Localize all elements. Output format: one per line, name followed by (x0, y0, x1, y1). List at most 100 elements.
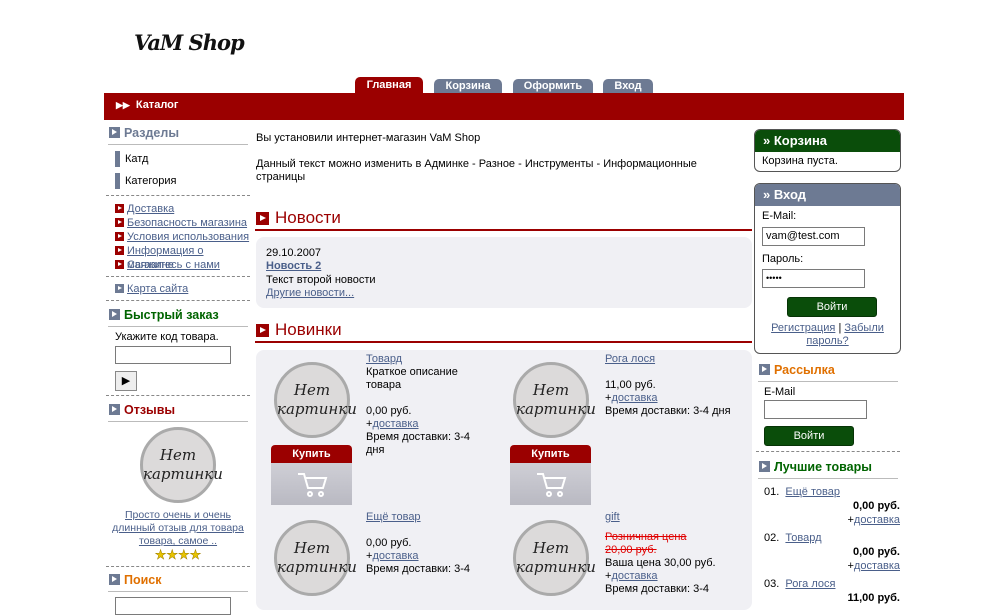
more-news-link[interactable]: Другие новости... (266, 287, 354, 299)
arrow-icon (759, 364, 770, 375)
divider (108, 326, 248, 327)
product-info: Рога лося 11,00 руб. +доставка Время дос… (605, 353, 735, 418)
buy-button[interactable]: Купить (271, 445, 352, 505)
buy-button[interactable]: Купить (510, 445, 591, 505)
left-column: Разделы Катд Категория Доставка Безопасн… (104, 124, 252, 615)
bestseller-link[interactable]: Товард (785, 532, 821, 544)
delivery-row: +доставка (847, 514, 900, 526)
info-link-terms[interactable]: Условия использования (115, 230, 252, 244)
login-button[interactable]: Войти (787, 297, 877, 317)
intro-line-2: Данный текст можно изменить в Админке - … (256, 158, 697, 183)
product-name-link[interactable]: Ещё товар (366, 511, 491, 524)
category-item[interactable]: Катд (115, 151, 252, 167)
intro-line-1: Вы установили интернет-магазин VaM Shop (256, 132, 481, 144)
review-no-image[interactable]: Нет картинки (140, 427, 223, 503)
divider (756, 451, 900, 452)
delivery-row: +доставка (366, 550, 419, 562)
cart-box-title[interactable]: » Корзина (755, 130, 900, 152)
delivery-row: +доставка (605, 570, 658, 582)
info-link-contact[interactable]: Свяжитесь с нами (115, 258, 252, 272)
bullet-icon (115, 232, 124, 241)
bestseller-item: 01. Ещё товар 0,00 руб. +доставка (764, 486, 900, 526)
delivery-link[interactable]: доставка (611, 392, 657, 404)
bestseller-item: 02. Товард 0,00 руб. +доставка (764, 532, 900, 572)
product-name-link[interactable]: Рога лося (605, 353, 735, 366)
newsletter-email-input[interactable] (764, 400, 867, 419)
product-no-image[interactable]: Нет картинки (513, 520, 596, 596)
news-text: Текст второй новости (266, 274, 376, 286)
review-text-link[interactable]: Просто очень и очень длинный отзыв для т… (104, 509, 252, 548)
newsletter-email-label: E-Mail (764, 386, 796, 398)
product-desc: Краткое описание товара (366, 366, 458, 391)
quick-order-input[interactable] (115, 346, 231, 364)
info-link-security[interactable]: Безопасность магазина (115, 216, 252, 230)
search-heading: Поиск (104, 571, 252, 589)
tab-home[interactable]: Главная (355, 77, 423, 93)
tab-login[interactable]: Вход (603, 79, 653, 93)
bullet-icon (115, 246, 124, 255)
tab-cart[interactable]: Корзина (434, 79, 502, 93)
category-item[interactable]: Категория (115, 173, 252, 189)
delivery-link[interactable]: доставка (854, 560, 900, 572)
retail-price: Розничная цена 20,00 руб. (605, 531, 687, 556)
news-title-link[interactable]: Новость 2 (266, 260, 321, 272)
product-info: gift Розничная цена 20,00 руб. Ваша цена… (605, 511, 730, 596)
newsletter-button[interactable]: Войти (764, 426, 854, 446)
product-price: 0,00 руб. (366, 537, 412, 549)
email-input[interactable]: vam@test.com (762, 227, 865, 246)
divider (108, 421, 248, 422)
product-no-image[interactable]: Нет картинки (513, 362, 596, 438)
arrow-icon (256, 212, 269, 225)
sitemap-link[interactable]: Карта сайта (115, 282, 252, 296)
bullet-icon (115, 260, 124, 269)
quick-order-label: Укажите код товара. (115, 331, 219, 343)
register-link[interactable]: Регистрация (771, 322, 835, 334)
quick-order-go-button[interactable]: ▶ (115, 371, 137, 391)
delivery-link[interactable]: доставка (372, 418, 418, 430)
tab-checkout[interactable]: Оформить (513, 79, 593, 93)
bestsellers-heading: Лучшие товары (754, 458, 902, 476)
delivery-link[interactable]: доставка (854, 514, 900, 526)
cart-icon (537, 473, 567, 497)
your-price: Ваша цена 30,00 руб. (605, 557, 716, 569)
cart-icon (298, 473, 328, 497)
arrow-icon (109, 309, 120, 320)
delivery-time: Время доставки: 3-4 (605, 583, 710, 595)
product-no-image[interactable]: Нет картинки (274, 520, 357, 596)
bullet-icon (115, 218, 124, 227)
login-box: » Вход E-Mail: vam@test.com Пароль: ••••… (754, 183, 901, 354)
sections-heading: Разделы (104, 124, 252, 142)
bestseller-link[interactable]: Рога лося (785, 578, 835, 590)
bestsellers-section: Лучшие товары 01. Ещё товар 0,00 руб. +д… (754, 458, 902, 605)
product-no-image[interactable]: Нет картинки (274, 362, 357, 438)
delivery-time: Время доставки: 3-4 дня (366, 431, 471, 456)
delivery-time: Время доставки: 3-4 (366, 563, 471, 575)
delivery-link[interactable]: доставка (611, 570, 657, 582)
password-input[interactable]: ••••• (762, 269, 865, 288)
delivery-row: +доставка (605, 392, 658, 404)
divider (758, 381, 898, 382)
rating-stars: ★★★★ (154, 547, 202, 562)
delivery-row: +доставка (847, 560, 900, 572)
login-links: Регистрация | Забыли пароль? (771, 322, 884, 347)
catalog-link[interactable]: Каталог (136, 99, 179, 111)
newsletter-heading: Рассылка (754, 361, 902, 379)
info-link-about[interactable]: Информация о магазине (115, 244, 252, 271)
new-products-panel: Нет картинки Купить Товард Краткое описан… (256, 350, 752, 610)
product-name-link[interactable]: Товард (366, 353, 481, 366)
bestseller-price: 11,00 руб. (847, 592, 900, 604)
bestseller-link[interactable]: Ещё товар (785, 486, 840, 498)
product-name-link[interactable]: gift (605, 511, 730, 524)
bullet-icon (115, 204, 124, 213)
news-date: 29.10.2007 (266, 247, 322, 259)
logo[interactable]: VaM Shop (134, 30, 245, 55)
info-link-delivery[interactable]: Доставка (115, 202, 252, 216)
arrow-icon (109, 127, 120, 138)
newsletter-section: Рассылка E-Mail Войти (754, 361, 902, 452)
arrow-icon (759, 461, 770, 472)
delivery-link[interactable]: доставка (372, 550, 418, 562)
cart-empty-text: Корзина пуста. (762, 155, 838, 167)
search-input[interactable] (115, 597, 231, 615)
quick-order-heading: Быстрый заказ (104, 306, 252, 324)
reviews-heading: Отзывы (104, 401, 252, 419)
